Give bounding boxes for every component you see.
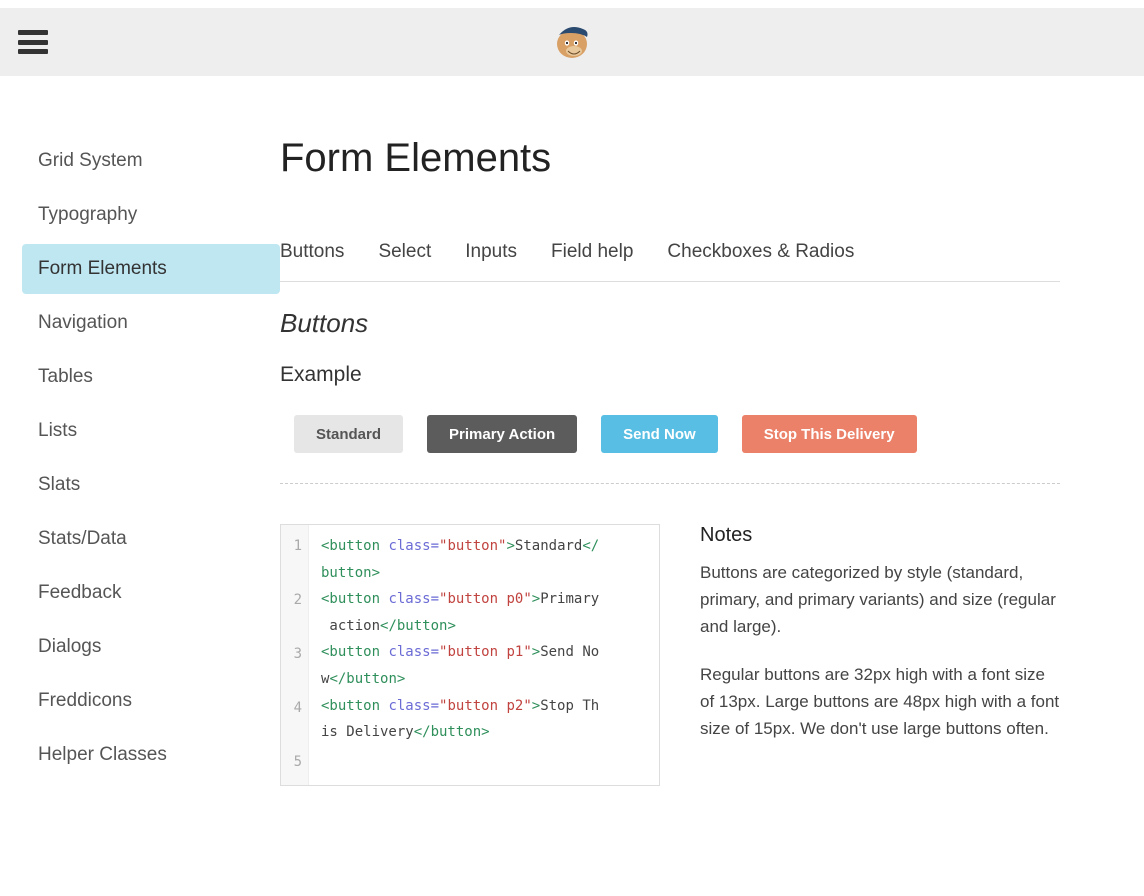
tab-buttons[interactable]: Buttons — [280, 241, 344, 263]
section-title: Buttons — [280, 308, 1060, 339]
sidebar-nav: Grid System Typography Form Elements Nav… — [0, 136, 280, 786]
code-sample: 1 2 3 4 5 <button class="button">Standar… — [280, 524, 660, 786]
tab-label: Buttons — [280, 241, 344, 262]
notes-heading: Notes — [700, 524, 1060, 547]
topbar — [0, 8, 1144, 76]
sidebar-item-helper-classes[interactable]: Helper Classes — [22, 730, 280, 780]
code-line-numbers: 1 2 3 4 5 — [281, 525, 309, 785]
code-body: <button class="button">Standard</button>… — [309, 525, 659, 785]
line-number: 3 — [287, 641, 302, 695]
sidebar-item-label: Helper Classes — [38, 744, 167, 765]
notes-paragraph: Buttons are categorized by style (standa… — [700, 559, 1060, 641]
sidebar-item-typography[interactable]: Typography — [22, 190, 280, 240]
code-line: <button class="button">Standard</button> — [321, 533, 649, 586]
tab-label: Select — [378, 241, 431, 262]
tab-field-help[interactable]: Field help — [551, 241, 633, 263]
sidebar-item-label: Navigation — [38, 312, 128, 333]
sidebar-item-label: Grid System — [38, 150, 143, 171]
standard-button[interactable]: Standard — [294, 415, 403, 453]
sidebar-item-form-elements[interactable]: Form Elements — [22, 244, 280, 294]
sidebar-item-tables[interactable]: Tables — [22, 352, 280, 402]
code-line — [321, 746, 649, 773]
code-line: <button class="button p0">Primary action… — [321, 586, 649, 639]
send-now-button[interactable]: Send Now — [601, 415, 718, 453]
page-title: Form Elements — [280, 136, 1060, 181]
button-label: Primary Action — [449, 426, 555, 443]
sidebar-item-stats-data[interactable]: Stats/Data — [22, 514, 280, 564]
primary-action-button[interactable]: Primary Action — [427, 415, 577, 453]
line-number: 4 — [287, 695, 302, 749]
tab-label: Checkboxes & Radios — [667, 241, 854, 262]
notes-panel: Notes Buttons are categorized by style (… — [700, 524, 1060, 786]
menu-icon[interactable] — [18, 30, 48, 54]
sidebar-item-feedback[interactable]: Feedback — [22, 568, 280, 618]
tab-select[interactable]: Select — [378, 241, 431, 263]
sidebar-item-label: Freddicons — [38, 690, 132, 711]
tab-inputs[interactable]: Inputs — [465, 241, 517, 263]
example-heading: Example — [280, 363, 1060, 387]
code-line: <button class="button p1">Send Now</butt… — [321, 639, 649, 692]
stop-delivery-button[interactable]: Stop This Delivery — [742, 415, 917, 453]
sidebar-item-label: Slats — [38, 474, 80, 495]
sidebar-item-label: Feedback — [38, 582, 121, 603]
sidebar-item-label: Tables — [38, 366, 93, 387]
tab-label: Inputs — [465, 241, 517, 262]
sidebar-item-grid-system[interactable]: Grid System — [22, 136, 280, 186]
line-number: 2 — [287, 587, 302, 641]
sidebar-item-slats[interactable]: Slats — [22, 460, 280, 510]
sidebar-item-label: Form Elements — [38, 258, 167, 279]
example-buttons: Standard Primary Action Send Now Stop Th… — [280, 415, 1060, 484]
sidebar-item-label: Stats/Data — [38, 528, 127, 549]
line-number: 5 — [287, 749, 302, 777]
line-number: 1 — [287, 533, 302, 587]
mailchimp-logo-icon[interactable] — [551, 21, 593, 63]
sidebar-item-lists[interactable]: Lists — [22, 406, 280, 456]
sidebar-item-navigation[interactable]: Navigation — [22, 298, 280, 348]
sidebar-item-dialogs[interactable]: Dialogs — [22, 622, 280, 672]
sidebar-item-freddicons[interactable]: Freddicons — [22, 676, 280, 726]
sidebar-item-label: Typography — [38, 204, 137, 225]
tab-checkboxes-radios[interactable]: Checkboxes & Radios — [667, 241, 854, 263]
sidebar-item-label: Lists — [38, 420, 77, 441]
button-label: Send Now — [623, 426, 696, 443]
tab-label: Field help — [551, 241, 633, 262]
section-tabs: Buttons Select Inputs Field help Checkbo… — [280, 241, 1060, 282]
button-label: Stop This Delivery — [764, 426, 895, 443]
main-content: Form Elements Buttons Select Inputs Fiel… — [280, 136, 1100, 786]
notes-paragraph: Regular buttons are 32px high with a fon… — [700, 661, 1060, 743]
button-label: Standard — [316, 426, 381, 443]
sidebar-item-label: Dialogs — [38, 636, 101, 657]
code-line: <button class="button p2">Stop This Deli… — [321, 693, 649, 746]
